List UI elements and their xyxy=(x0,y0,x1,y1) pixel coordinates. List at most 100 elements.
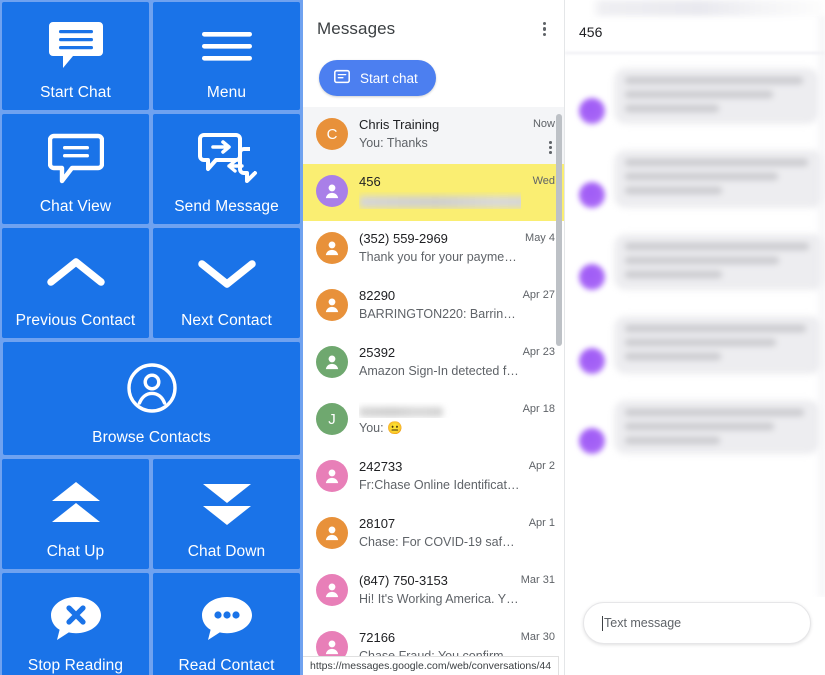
conversation-text: (847) 750-3153 Hi! It's Working America. … xyxy=(348,572,521,608)
conversation-meta: Wed xyxy=(521,173,555,187)
kebab-menu-icon[interactable] xyxy=(538,16,551,43)
chat-up-button-label: Chat Up xyxy=(46,542,105,560)
conversation-timestamp: Apr 18 xyxy=(522,403,555,415)
message-bubble-list[interactable] xyxy=(565,58,825,597)
conversation-snippet: Chase: For COVID-19 safety… xyxy=(359,535,521,549)
previous-contact-button-label: Previous Contact xyxy=(15,311,136,329)
previous-contact-button[interactable]: Previous Contact xyxy=(2,228,149,338)
text-caret xyxy=(602,615,603,631)
avatar xyxy=(316,574,348,606)
conversation-snippet: You: Thanks xyxy=(359,136,428,150)
avatar xyxy=(316,517,348,549)
conversation-list-panel: Messages Start chat C Chris Training You: … xyxy=(303,0,565,675)
conversation-name: Chris Training xyxy=(359,117,440,132)
browser-status-bar: https://messages.google.com/web/conversa… xyxy=(303,656,560,675)
send-message-button[interactable]: Send Message xyxy=(153,114,300,224)
conversation-row[interactable]: (352) 559-2969 Thank you for your paymen…… xyxy=(303,221,565,278)
conversation-name: 242733 xyxy=(359,459,403,474)
text-message-input[interactable]: Text message xyxy=(583,602,811,644)
conversation-row[interactable]: 82290 BARRINGTON220: Barringt… Apr 27 xyxy=(303,278,565,335)
chat-bubble-dots-icon xyxy=(153,573,300,657)
conversation-snippet: Fr:Chase Online Identificati… xyxy=(359,478,521,492)
conversation-list-scrollbar[interactable] xyxy=(556,114,562,346)
menu-button[interactable]: Menu xyxy=(153,2,300,110)
button-row-3: Previous Contact Next Contact xyxy=(0,227,303,341)
conversation-timestamp: Mar 31 xyxy=(520,574,555,586)
conversation-timestamp: May 4 xyxy=(525,232,555,244)
conversation-kebab-icon[interactable] xyxy=(546,139,555,156)
message-avatar xyxy=(579,348,605,374)
conversation-snippet xyxy=(359,192,521,209)
conversation-name xyxy=(359,402,521,418)
send-message-button-label: Send Message xyxy=(174,197,279,215)
conversation-text: 82290 BARRINGTON220: Barringt… xyxy=(348,287,521,323)
avatar xyxy=(316,232,348,264)
message-row[interactable] xyxy=(565,400,825,454)
conversation-meta: Apr 2 xyxy=(521,458,555,472)
conversation-row[interactable]: J You: 😐 Apr 18 xyxy=(303,392,565,449)
conversation-name: (847) 750-3153 xyxy=(359,573,448,588)
double-triangle-up-icon xyxy=(2,459,149,543)
conversation-name: 28107 xyxy=(359,516,396,531)
status-bar-url: https://messages.google.com/web/conversa… xyxy=(310,660,552,672)
stop-reading-button[interactable]: Stop Reading xyxy=(2,573,149,675)
avatar xyxy=(316,175,348,207)
conversation-row[interactable]: 72166 Chase Fraud: You confirm Mar 30 xyxy=(303,620,565,657)
conversation-list[interactable]: C Chris Training You: Thanks Now 456 Wed (352)… xyxy=(303,107,565,657)
button-row-5: Chat Up Chat Down xyxy=(0,458,303,572)
conversation-timestamp: Mar 30 xyxy=(520,631,555,643)
start-chat-button[interactable]: Start Chat xyxy=(2,2,149,110)
message-row[interactable] xyxy=(565,316,825,374)
hamburger-menu-icon xyxy=(153,2,300,84)
chat-bubble-outline-icon xyxy=(2,114,149,198)
chat-down-button-label: Chat Down xyxy=(187,542,266,560)
avatar xyxy=(316,346,348,378)
browse-contacts-button-label: Browse Contacts xyxy=(92,428,211,446)
conversation-meta: Now xyxy=(521,116,555,156)
conversation-meta: Apr 23 xyxy=(521,344,555,358)
conversation-timestamp: Now xyxy=(532,118,555,130)
conversation-timestamp: Apr 2 xyxy=(528,460,555,472)
conversation-row[interactable]: 242733 Fr:Chase Online Identificati… Apr 2 xyxy=(303,449,565,506)
read-contact-button[interactable]: Read Contact xyxy=(153,573,300,675)
conversation-snippet: Hi! It's Working America. Y… xyxy=(359,592,519,606)
next-contact-button[interactable]: Next Contact xyxy=(153,228,300,338)
message-bubble-redacted xyxy=(614,68,819,124)
chat-up-button[interactable]: Chat Up xyxy=(2,459,149,569)
chat-down-button[interactable]: Chat Down xyxy=(153,459,300,569)
message-row[interactable] xyxy=(565,68,825,124)
conversation-thread-panel: 456 Text message xyxy=(565,0,825,675)
conversation-text: 28107 Chase: For COVID-19 safety… xyxy=(348,515,521,551)
conversation-text: (352) 559-2969 Thank you for your paymen… xyxy=(348,230,521,266)
conversation-row[interactable]: 25392 Amazon Sign-In detected f… Apr 23 xyxy=(303,335,565,392)
conversation-text: 25392 Amazon Sign-In detected f… xyxy=(348,344,521,380)
conversation-timestamp: Apr 1 xyxy=(528,517,555,529)
page-title: Messages xyxy=(317,19,396,38)
browse-contacts-button[interactable]: Browse Contacts xyxy=(3,342,300,455)
start-chat-area: Start chat xyxy=(303,58,565,106)
button-row-6: Stop Reading Read Contact xyxy=(0,572,303,675)
chat-bubble-lines-icon xyxy=(2,2,149,84)
conversation-timestamp: Apr 27 xyxy=(522,289,555,301)
conversation-name: 25392 xyxy=(359,345,396,360)
button-row-2: Chat View Send Message xyxy=(0,113,303,227)
conversation-row[interactable]: (847) 750-3153 Hi! It's Working America. … xyxy=(303,563,565,620)
conversation-name: 456 xyxy=(359,174,381,189)
send-message-arrow-icon xyxy=(153,114,300,198)
message-avatar xyxy=(579,264,605,290)
avatar: C xyxy=(316,118,348,150)
conversation-row[interactable]: C Chris Training You: Thanks Now xyxy=(303,107,565,164)
conversation-meta: Apr 27 xyxy=(521,287,555,301)
chat-view-button[interactable]: Chat View xyxy=(2,114,149,224)
button-row-1: Start Chat Menu xyxy=(0,1,303,113)
conversation-row[interactable]: 28107 Chase: For COVID-19 safety… Apr 1 xyxy=(303,506,565,563)
chevron-down-icon xyxy=(153,228,300,312)
conversation-text: Chris Training You: Thanks xyxy=(348,116,521,152)
message-row[interactable] xyxy=(565,234,825,290)
conversation-snippet: Thank you for your paymen… xyxy=(359,250,521,264)
conversation-meta: Mar 30 xyxy=(521,629,555,643)
conversation-row[interactable]: 456 Wed xyxy=(303,164,565,221)
start-chat-button-web[interactable]: Start chat xyxy=(319,60,436,96)
message-row[interactable] xyxy=(565,150,825,208)
compose-area: Text message xyxy=(565,597,825,675)
